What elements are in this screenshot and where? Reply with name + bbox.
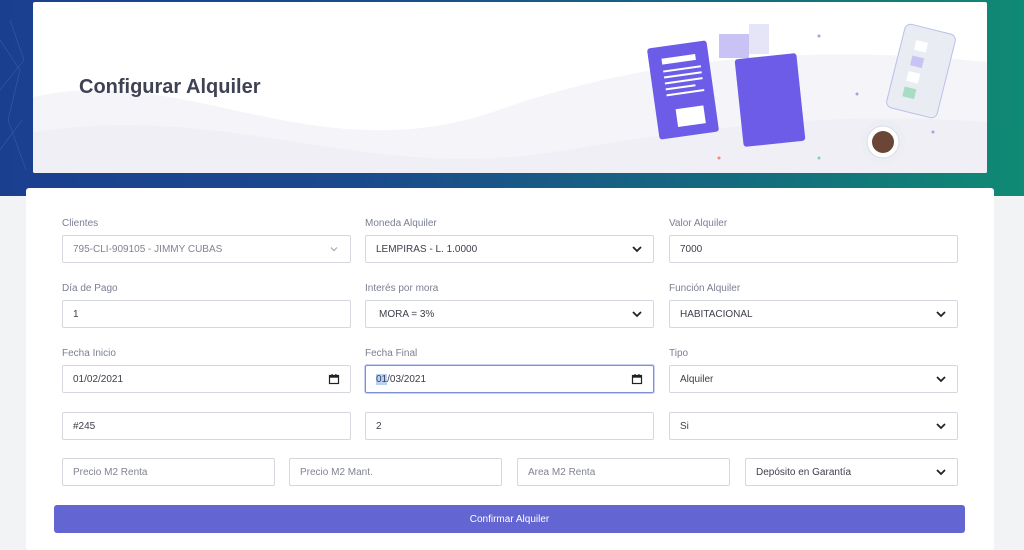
chevron-down-icon bbox=[935, 373, 947, 385]
deposito-value: Depósito en Garantía bbox=[756, 466, 852, 478]
fecha-final-rest: /03/2021 bbox=[387, 373, 427, 385]
funcion-label: Función Alquiler bbox=[669, 283, 741, 294]
area-renta-placeholder: Area M2 Renta bbox=[528, 466, 596, 478]
chevron-down-icon bbox=[631, 243, 643, 255]
precio-renta-input[interactable]: Precio M2 Renta bbox=[62, 458, 275, 486]
funcion-value: HABITACIONAL bbox=[680, 308, 753, 320]
fecha-final-day-selection: 01 bbox=[376, 373, 388, 385]
fecha-final-label: Fecha Final bbox=[365, 348, 418, 359]
confirm-button[interactable]: Confirmar Alquiler bbox=[54, 505, 965, 533]
si-no-select[interactable]: Si bbox=[669, 412, 958, 440]
funcion-select[interactable]: HABITACIONAL bbox=[669, 300, 958, 328]
tipo-label: Tipo bbox=[669, 348, 689, 359]
chevron-down-icon bbox=[935, 308, 947, 320]
chevron-down-icon bbox=[328, 243, 340, 255]
clientes-value: 795-CLI-909105 - JIMMY CUBAS bbox=[73, 243, 223, 255]
chevron-down-icon bbox=[935, 420, 947, 432]
valor-value: 7000 bbox=[680, 243, 703, 255]
dia-pago-input[interactable]: 1 bbox=[62, 300, 351, 328]
precio-mant-placeholder: Precio M2 Mant. bbox=[300, 466, 373, 478]
page-title: Configurar Alquiler bbox=[79, 76, 261, 98]
moneda-value: LEMPIRAS - L. 1.0000 bbox=[376, 243, 478, 255]
interes-value: MORA = 3% bbox=[379, 308, 435, 320]
numero-input[interactable]: 2 bbox=[365, 412, 654, 440]
clientes-select[interactable]: 795-CLI-909105 - JIMMY CUBAS bbox=[62, 235, 351, 263]
fecha-inicio-input[interactable]: 01/02/2021 bbox=[62, 365, 351, 393]
interes-select[interactable]: MORA = 3% bbox=[365, 300, 654, 328]
codigo-input[interactable]: #245 bbox=[62, 412, 351, 440]
chevron-down-icon bbox=[935, 466, 947, 478]
fecha-inicio-value: 01/02/2021 bbox=[73, 373, 124, 385]
header-card: Configurar Alquiler bbox=[33, 2, 987, 173]
header-illustration bbox=[647, 23, 956, 164]
fecha-inicio-label: Fecha Inicio bbox=[62, 348, 116, 359]
si-no-value: Si bbox=[680, 420, 689, 432]
moneda-select[interactable]: LEMPIRAS - L. 1.0000 bbox=[365, 235, 654, 263]
clientes-label: Clientes bbox=[62, 218, 99, 229]
precio-renta-placeholder: Precio M2 Renta bbox=[73, 466, 148, 478]
calendar-icon[interactable] bbox=[631, 373, 643, 385]
dia-pago-value: 1 bbox=[73, 308, 79, 320]
codigo-value: #245 bbox=[73, 420, 96, 432]
area-renta-input[interactable]: Area M2 Renta bbox=[517, 458, 730, 486]
deposito-select[interactable]: Depósito en Garantía bbox=[745, 458, 958, 486]
interes-label: Interés por mora bbox=[365, 283, 439, 294]
numero-value: 2 bbox=[376, 420, 382, 432]
precio-mant-input[interactable]: Precio M2 Mant. bbox=[289, 458, 502, 486]
fecha-final-input[interactable]: 01/03/2021 bbox=[365, 365, 654, 393]
moneda-label: Moneda Alquiler bbox=[365, 218, 437, 229]
dia-pago-label: Día de Pago bbox=[62, 283, 118, 294]
calendar-icon[interactable] bbox=[328, 373, 340, 385]
tipo-value: Alquiler bbox=[680, 373, 714, 385]
fecha-final-value: 01/03/2021 bbox=[376, 373, 631, 385]
chevron-down-icon bbox=[631, 308, 643, 320]
tipo-select[interactable]: Alquiler bbox=[669, 365, 958, 393]
valor-label: Valor Alquiler bbox=[669, 218, 728, 229]
valor-input[interactable]: 7000 bbox=[669, 235, 958, 263]
